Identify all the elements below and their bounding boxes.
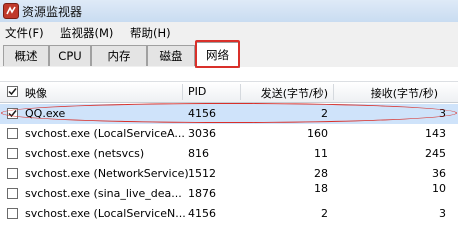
- process-image: svchost.exe (netsvcs): [25, 147, 145, 160]
- row-highlight-annotation: [1, 103, 457, 123]
- process-table: 映像 PID 发送(字节/秒) 接收(字节/秒) QQ.exe 4156 2 3…: [0, 67, 458, 220]
- column-header-pid[interactable]: PID: [188, 85, 206, 98]
- resource-monitor-icon: [3, 3, 19, 19]
- row-checkbox[interactable]: [7, 188, 18, 199]
- tab-overview[interactable]: 概述: [3, 45, 49, 66]
- column-divider[interactable]: [333, 84, 334, 100]
- process-send: 2: [321, 207, 328, 220]
- process-receive: 143: [425, 127, 446, 140]
- process-image: svchost.exe (sina_live_dea...: [25, 187, 182, 200]
- row-checkbox[interactable]: [7, 208, 18, 219]
- select-all-checkbox[interactable]: [7, 86, 18, 97]
- process-pid: 1876: [188, 187, 216, 200]
- row-checkbox[interactable]: [7, 148, 18, 159]
- column-divider[interactable]: [240, 84, 241, 100]
- process-image: svchost.exe (LocalServiceA...: [25, 127, 185, 140]
- process-pid: 816: [188, 147, 209, 160]
- table-header: 映像 PID 发送(字节/秒) 接收(字节/秒): [0, 81, 458, 103]
- table-row[interactable]: svchost.exe (LocalServiceA... 3036 160 1…: [0, 124, 458, 144]
- menu-bar: 文件(F) 监视器(M) 帮助(H): [0, 22, 458, 42]
- column-header-receive[interactable]: 接收(字节/秒): [340, 85, 438, 101]
- process-pid: 4156: [188, 207, 216, 220]
- row-checkbox[interactable]: [7, 128, 18, 139]
- process-receive: 3: [439, 207, 446, 220]
- column-header-image[interactable]: 映像: [25, 85, 47, 101]
- column-header-send[interactable]: 发送(字节/秒): [248, 85, 328, 101]
- tab-memory[interactable]: 内存: [91, 45, 147, 66]
- process-image: svchost.exe (NetworkService): [25, 167, 189, 180]
- table-row[interactable]: svchost.exe (sina_live_dea... 1876 18 10: [0, 182, 458, 204]
- tab-highlight-annotation: [195, 40, 240, 68]
- window-title: 资源监视器: [22, 5, 83, 19]
- tab-cpu[interactable]: CPU: [49, 45, 91, 66]
- process-send: 11: [314, 147, 328, 160]
- menu-monitor[interactable]: 监视器(M): [60, 25, 113, 41]
- process-pid: 3036: [188, 127, 216, 140]
- row-checkbox[interactable]: [7, 168, 18, 179]
- process-receive: 36: [432, 167, 446, 180]
- table-row[interactable]: svchost.exe (netsvcs) 816 11 245: [0, 144, 458, 164]
- menu-file[interactable]: 文件(F): [5, 25, 44, 41]
- table-row[interactable]: svchost.exe (LocalServiceN... 4156 2 3: [0, 204, 458, 224]
- menu-help[interactable]: 帮助(H): [130, 25, 171, 41]
- table-row[interactable]: svchost.exe (NetworkService) 1512 28 36: [0, 164, 458, 184]
- process-pid: 1512: [188, 167, 216, 180]
- process-receive: 10: [432, 182, 446, 195]
- process-send: 18: [314, 182, 328, 195]
- tab-disk[interactable]: 磁盘: [147, 45, 195, 66]
- process-send: 160: [307, 127, 328, 140]
- column-divider[interactable]: [182, 84, 183, 100]
- title-bar: 资源监视器: [0, 0, 458, 22]
- process-receive: 245: [425, 147, 446, 160]
- process-send: 28: [314, 167, 328, 180]
- process-image: svchost.exe (LocalServiceN...: [25, 207, 186, 220]
